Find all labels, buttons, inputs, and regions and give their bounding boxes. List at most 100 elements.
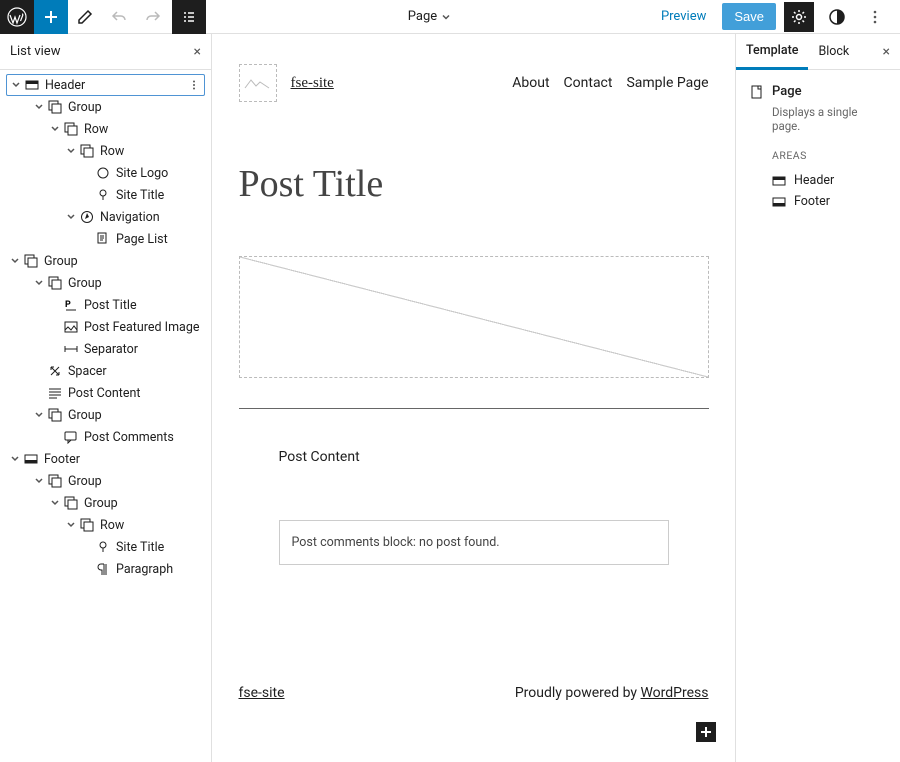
featured-image-placeholder[interactable]	[239, 256, 709, 378]
tree-item-site-title[interactable]: Site Title	[6, 184, 205, 206]
tree-item-group[interactable]: Group	[6, 272, 205, 294]
site-title-icon	[94, 188, 112, 202]
group-icon	[46, 408, 64, 422]
tab-template[interactable]: Template	[736, 34, 808, 70]
site-title-icon	[94, 540, 112, 554]
group-icon	[62, 496, 80, 510]
footer-credit: Proudly powered by WordPress	[515, 685, 709, 701]
tree-toggle[interactable]	[64, 520, 78, 530]
tree-toggle[interactable]	[32, 102, 46, 112]
template-description: Displays a single page.	[772, 105, 886, 133]
tree-item-row[interactable]: Row	[6, 140, 205, 162]
tree-item-group[interactable]: Group	[6, 96, 205, 118]
area-item-header[interactable]: Header	[750, 170, 886, 191]
toolbar-left-group	[0, 0, 206, 34]
post-comments-block[interactable]: Post comments block: no post found.	[279, 520, 669, 565]
tree-item-footer[interactable]: Footer	[6, 448, 205, 470]
logo-placeholder-icon	[243, 73, 273, 93]
tree-item-site-title[interactable]: Site Title	[6, 536, 205, 558]
nav-link-about[interactable]: About	[512, 75, 549, 91]
block-tree: Header Group Row Row Site Logo	[0, 70, 211, 584]
tree-item-row[interactable]: Row	[6, 514, 205, 536]
undo-button[interactable]	[102, 0, 136, 34]
add-block-button[interactable]	[34, 0, 68, 34]
styles-button[interactable]	[822, 2, 852, 32]
tab-block[interactable]: Block	[808, 34, 859, 69]
toolbar-right-group: Preview Save	[653, 2, 900, 32]
navigation-icon	[78, 210, 96, 224]
site-title-text[interactable]: fse-site	[291, 75, 334, 92]
paragraph-icon	[94, 562, 112, 576]
tree-toggle[interactable]	[9, 80, 23, 90]
footer-wordpress-link[interactable]: WordPress	[640, 685, 708, 701]
settings-sidebar: Template Block × Page Displays a single …	[735, 34, 900, 762]
tree-item-post-comments[interactable]: Post Comments	[6, 426, 205, 448]
nav-link-contact[interactable]: Contact	[564, 75, 613, 91]
save-button[interactable]: Save	[722, 3, 776, 30]
svg-text:P: P	[65, 300, 71, 310]
tree-item-post-content[interactable]: Post Content	[6, 382, 205, 404]
tree-toggle[interactable]	[32, 278, 46, 288]
settings-button[interactable]	[784, 2, 814, 32]
separator-block[interactable]	[239, 408, 709, 409]
more-options-button[interactable]	[860, 2, 890, 32]
page-icon	[750, 85, 764, 99]
tree-toggle[interactable]	[32, 476, 46, 486]
group-icon	[22, 254, 40, 268]
tree-item-site-logo[interactable]: Site Logo	[6, 162, 205, 184]
post-content-block[interactable]: Post Content	[239, 449, 709, 465]
tree-item-more[interactable]	[184, 79, 204, 91]
comments-icon	[62, 430, 80, 444]
tree-toggle[interactable]	[8, 454, 22, 464]
document-title-dropdown[interactable]: Page	[206, 9, 653, 24]
tree-toggle[interactable]	[32, 410, 46, 420]
tree-item-group[interactable]: Group	[6, 250, 205, 272]
redo-button[interactable]	[136, 0, 170, 34]
editor-canvas[interactable]: fse-site About Contact Sample Page Post …	[212, 34, 735, 762]
footer-icon	[772, 195, 786, 209]
list-view-toggle-button[interactable]	[172, 0, 206, 34]
tree-item-post-title[interactable]: P Post Title	[6, 294, 205, 316]
tree-item-row[interactable]: Row	[6, 118, 205, 140]
close-settings-button[interactable]: ×	[883, 44, 890, 60]
list-view-panel: List view × Header Group Row	[0, 34, 212, 762]
tree-item-page-list[interactable]: Page List	[6, 228, 205, 250]
site-logo-placeholder[interactable]	[239, 64, 277, 102]
plus-icon	[699, 725, 713, 739]
post-title-block[interactable]: Post Title	[239, 162, 709, 206]
tree-toggle[interactable]	[8, 256, 22, 266]
list-view-title: List view	[10, 44, 60, 59]
tree-toggle[interactable]	[48, 498, 62, 508]
nav-link-sample[interactable]: Sample Page	[626, 75, 708, 91]
header-icon	[772, 174, 786, 188]
top-toolbar: Page Preview Save	[0, 0, 900, 34]
row-icon	[78, 518, 96, 532]
site-header-block[interactable]: fse-site About Contact Sample Page	[239, 64, 709, 102]
area-item-footer[interactable]: Footer	[750, 191, 886, 212]
tree-item-group[interactable]: Group	[6, 404, 205, 426]
tree-item-spacer[interactable]: Spacer	[6, 360, 205, 382]
tree-item-header[interactable]: Header	[6, 74, 205, 96]
tree-toggle[interactable]	[64, 146, 78, 156]
tree-item-post-featured-image[interactable]: Post Featured Image	[6, 316, 205, 338]
close-list-view-button[interactable]: ×	[194, 44, 201, 60]
wordpress-logo[interactable]	[0, 0, 34, 34]
tree-item-separator[interactable]: Separator	[6, 338, 205, 360]
row-icon	[62, 122, 80, 136]
tree-toggle[interactable]	[64, 212, 78, 222]
edit-pencil-button[interactable]	[68, 0, 102, 34]
add-block-fab[interactable]	[696, 722, 716, 742]
site-navigation: About Contact Sample Page	[512, 75, 708, 91]
tree-item-navigation[interactable]: Navigation	[6, 206, 205, 228]
tree-toggle[interactable]	[48, 124, 62, 134]
footer-site-title[interactable]: fse-site	[239, 685, 285, 701]
settings-tabs: Template Block ×	[736, 34, 900, 70]
separator-icon	[62, 342, 80, 356]
site-footer-block[interactable]: fse-site Proudly powered by WordPress	[239, 685, 709, 701]
tree-item-group[interactable]: Group	[6, 470, 205, 492]
preview-button[interactable]: Preview	[653, 3, 714, 30]
spacer-icon	[46, 364, 64, 378]
tree-item-paragraph[interactable]: Paragraph	[6, 558, 205, 580]
tree-item-group[interactable]: Group	[6, 492, 205, 514]
list-view-header: List view ×	[0, 34, 211, 70]
